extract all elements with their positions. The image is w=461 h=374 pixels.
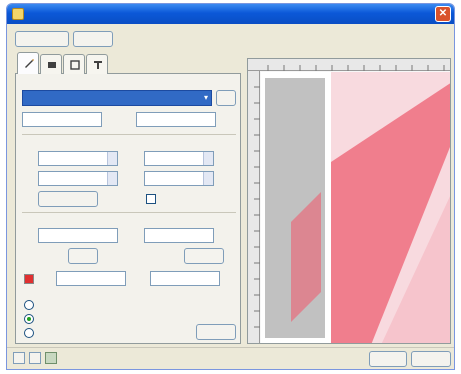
horizontal-ruler-ticks (267, 65, 445, 71)
dialog-window: ✕ ▾ (6, 3, 455, 370)
cancel-button[interactable] (411, 351, 451, 367)
vertical-ruler[interactable] (248, 71, 260, 343)
option-2-radio[interactable] (24, 314, 34, 324)
keep-ratio-checkbox[interactable] (146, 194, 156, 204)
pos-y-spinner[interactable] (203, 172, 213, 185)
tab-layers[interactable] (40, 54, 62, 74)
crop-icon (70, 60, 80, 70)
row1-right-field[interactable] (136, 112, 216, 127)
pos-x-spinner[interactable] (203, 152, 213, 165)
chevron-down-icon: ▾ (203, 93, 208, 102)
status-bar (7, 347, 454, 369)
row1-left-field[interactable] (22, 112, 102, 127)
left-option-field[interactable] (38, 228, 118, 243)
canvas-artwork (265, 72, 450, 343)
height-field[interactable] (38, 171, 118, 186)
preset-dropdown[interactable]: ▾ (22, 90, 212, 106)
color-swatch[interactable] (24, 274, 34, 284)
reset-button[interactable] (196, 324, 236, 340)
vertical-ruler-ticks (254, 86, 260, 328)
angle-field[interactable] (56, 271, 126, 286)
text-tool-icon (94, 61, 102, 69)
apply-right-button[interactable] (184, 248, 224, 264)
zoom-icon[interactable] (29, 352, 41, 364)
preview-pane[interactable] (247, 58, 451, 344)
apply-left-button[interactable] (68, 248, 98, 264)
horizontal-ruler[interactable] (248, 59, 450, 71)
tool-panel: ▾ (15, 74, 241, 344)
canvas-area[interactable] (261, 72, 450, 343)
tab-pen[interactable] (17, 52, 39, 74)
divider (22, 134, 236, 135)
option-1-radio[interactable] (24, 300, 34, 310)
option-3-radio[interactable] (24, 328, 34, 338)
pen-tool-icon (25, 59, 34, 68)
ok-button[interactable] (369, 351, 407, 367)
pos-y-field[interactable] (144, 171, 214, 186)
grid-icon[interactable] (45, 352, 57, 364)
width-spinner[interactable] (107, 152, 117, 165)
app-icon (12, 8, 24, 20)
tool-tabs (15, 52, 241, 74)
dropdown-side-button[interactable] (216, 90, 236, 106)
title-bar[interactable]: ✕ (7, 4, 454, 24)
top-button-2[interactable] (73, 31, 113, 47)
right-option-field[interactable] (144, 228, 214, 243)
tab-crop[interactable] (63, 54, 85, 74)
opacity-field[interactable] (150, 271, 220, 286)
top-button[interactable] (15, 31, 69, 47)
divider (22, 212, 236, 213)
pointer-tool-icon[interactable] (13, 352, 25, 364)
height-spinner[interactable] (107, 172, 117, 185)
lock-button[interactable] (38, 191, 98, 207)
layers-icon (48, 62, 56, 68)
tab-text[interactable] (86, 54, 108, 74)
close-button[interactable]: ✕ (435, 6, 451, 22)
width-field[interactable] (38, 151, 118, 166)
pos-x-field[interactable] (144, 151, 214, 166)
